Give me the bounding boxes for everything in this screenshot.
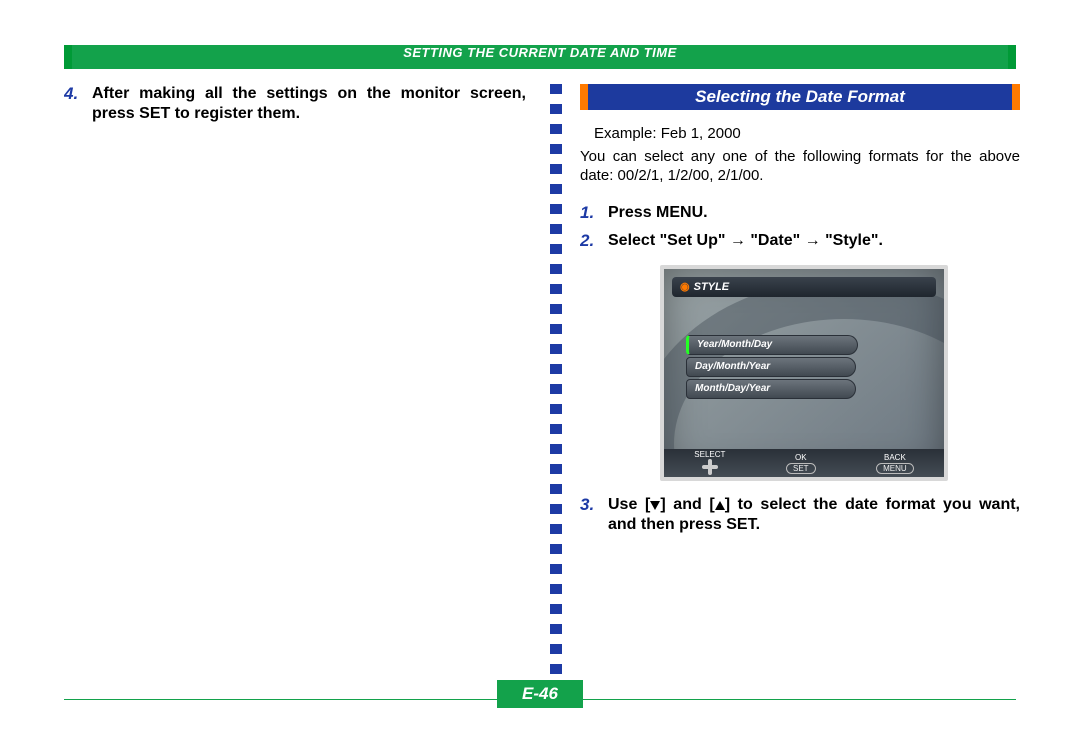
lcd-foot-ok: OK SET <box>786 453 816 474</box>
step2-part-c: "Style". <box>821 232 883 249</box>
footer-rule <box>64 699 1016 700</box>
manual-page: SETTING THE CURRENT DATE AND TIME 4. Aft… <box>0 0 1080 730</box>
step3-part-b: ] and [ <box>660 496 714 513</box>
step-number: 3. <box>580 495 604 515</box>
section-header: SETTING THE CURRENT DATE AND TIME <box>64 45 1016 69</box>
left-column: 4. After making all the settings on the … <box>64 84 526 132</box>
right-column: Selecting the Date Format Example: Feb 1… <box>580 84 1020 543</box>
section-title: SETTING THE CURRENT DATE AND TIME <box>72 45 1008 69</box>
foot-label: SELECT <box>694 450 725 459</box>
subhead-cap-right <box>1012 84 1020 110</box>
step2-part-b: "Date" <box>746 232 805 249</box>
step-text: Press MENU. <box>604 203 1020 223</box>
step-number: 1. <box>580 203 604 223</box>
step-number: 4. <box>64 84 88 104</box>
step2-part-a: Select "Set Up" <box>608 232 730 249</box>
menu-button-icon: MENU <box>876 463 914 474</box>
step-text: Use [] and [] to select the date format … <box>604 495 1020 535</box>
step-4: 4. After making all the settings on the … <box>64 84 526 124</box>
down-triangle-icon <box>650 501 660 510</box>
intro-text: You can select any one of the following … <box>580 147 1020 185</box>
up-triangle-icon <box>715 501 725 510</box>
lcd-title: STYLE <box>694 281 729 293</box>
lcd-option: Month/Day/Year <box>686 379 856 399</box>
step3-part-a: Use [ <box>608 496 650 513</box>
foot-label: OK <box>786 453 816 462</box>
lcd-title-bar: ◉ STYLE <box>672 277 936 297</box>
bullet-icon: ◉ <box>680 281 690 293</box>
step-text: After making all the settings on the mon… <box>88 84 526 124</box>
page-number: E-46 <box>497 680 583 708</box>
step-number: 2. <box>580 231 604 251</box>
camera-lcd: ◉ STYLE Year/Month/Day Day/Month/Year Mon… <box>660 265 948 481</box>
header-cap-left <box>64 45 72 69</box>
arrow-icon: → <box>730 231 746 251</box>
foot-label: BACK <box>876 453 914 462</box>
sub-heading: Selecting the Date Format <box>580 84 1020 110</box>
lcd-foot-back: BACK MENU <box>876 453 914 474</box>
lcd-foot-select: SELECT <box>694 450 725 477</box>
step-2: 2. Select "Set Up" → "Date" → "Style". <box>580 231 1020 251</box>
column-divider <box>550 84 562 680</box>
lcd-option: Day/Month/Year <box>686 357 856 377</box>
arrow-icon: → <box>805 231 821 251</box>
lcd-option-selected: Year/Month/Day <box>686 335 858 355</box>
subhead-cap-left <box>580 84 588 110</box>
set-button-icon: SET <box>786 463 816 474</box>
header-cap-right <box>1008 45 1016 69</box>
step-text: Select "Set Up" → "Date" → "Style". <box>604 231 1020 251</box>
step-1: 1. Press MENU. <box>580 203 1020 223</box>
step-3: 3. Use [] and [] to select the date form… <box>580 495 1020 535</box>
subhead-title: Selecting the Date Format <box>588 84 1012 110</box>
lcd-footer: SELECT OK SET BACK MENU <box>664 449 944 477</box>
dpad-icon <box>700 459 720 475</box>
example-line: Example: Feb 1, 2000 <box>594 124 1020 143</box>
